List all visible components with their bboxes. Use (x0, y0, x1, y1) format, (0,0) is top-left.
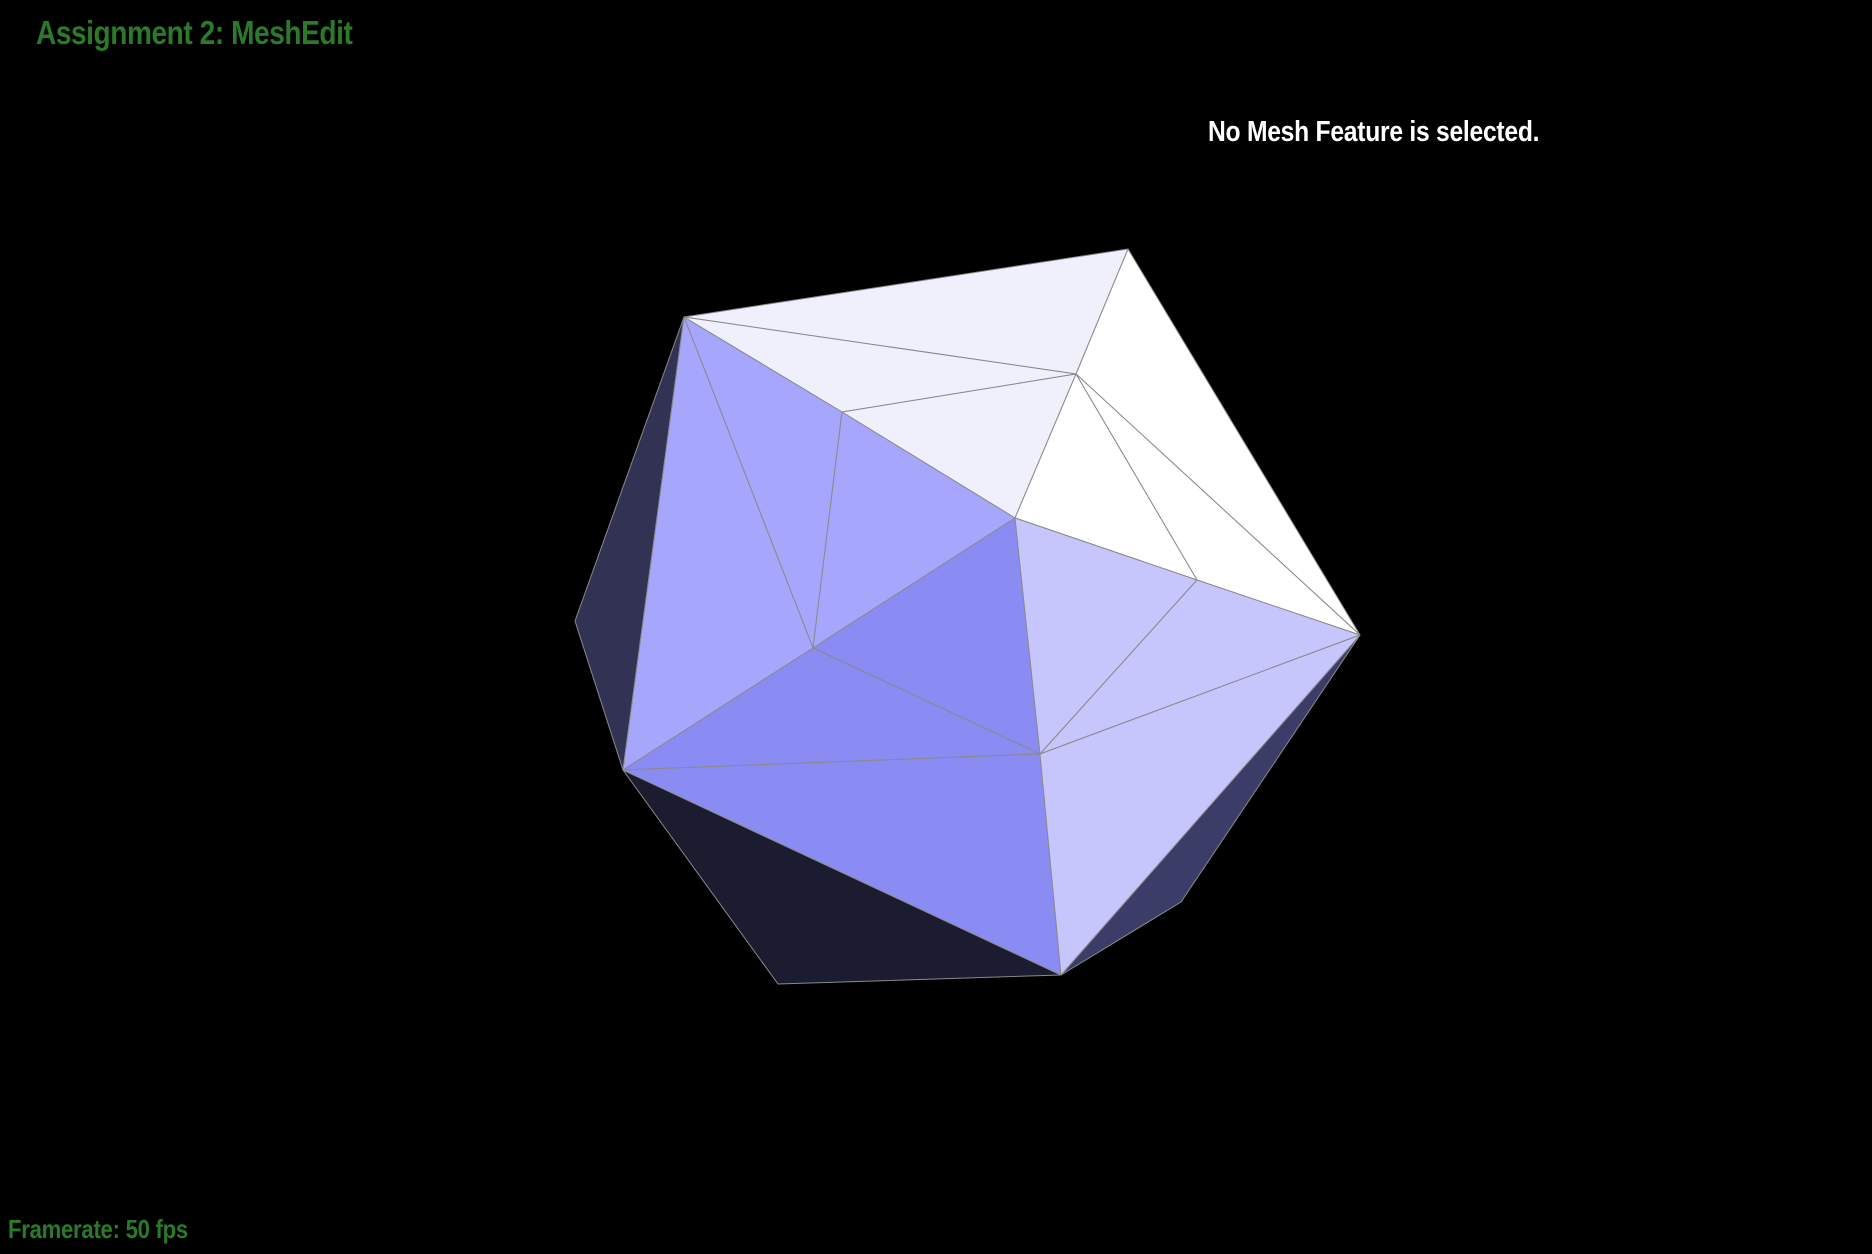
selection-status-text: No Mesh Feature is selected. (1208, 116, 1540, 148)
mesh-viewport[interactable]: Assignment 2: MeshEdit No Mesh Feature i… (0, 0, 1872, 1254)
framerate-readout: Framerate: 50 fps (8, 1214, 188, 1244)
icosahedron-mesh[interactable] (0, 0, 1872, 1254)
app-title: Assignment 2: MeshEdit (36, 14, 353, 51)
